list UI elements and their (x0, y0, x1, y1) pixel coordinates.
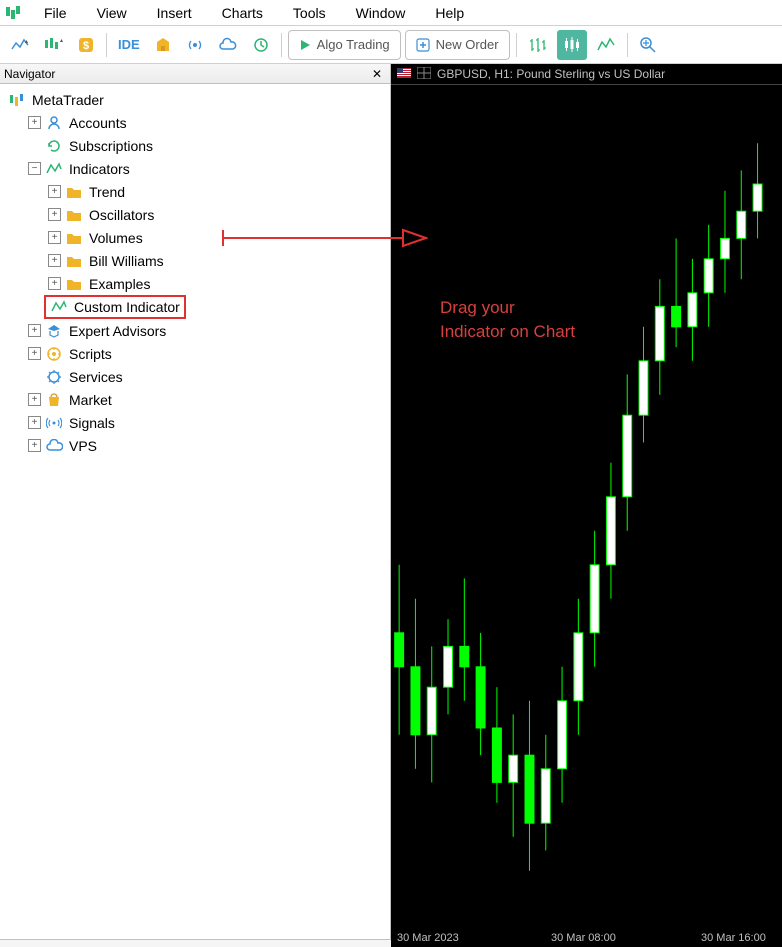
expander-icon[interactable] (48, 277, 61, 290)
expander-icon[interactable] (48, 254, 61, 267)
menu-help[interactable]: Help (421, 2, 478, 24)
market-icon[interactable] (149, 31, 177, 59)
app-icon (4, 4, 22, 22)
tree-root[interactable]: MetaTrader (0, 88, 390, 111)
services-icon (45, 368, 63, 386)
line-icon[interactable] (591, 30, 621, 60)
svg-text:$: $ (83, 40, 89, 52)
line-chart-icon[interactable] (6, 31, 34, 59)
folder-icon (65, 275, 83, 293)
cloud-icon[interactable] (213, 31, 243, 59)
axis-label: 30 Mar 08:00 (551, 929, 616, 947)
expander-icon[interactable] (28, 162, 41, 175)
candles-icon[interactable] (557, 30, 587, 60)
tree-root-label: MetaTrader (32, 92, 104, 108)
bottom-strip (0, 939, 391, 947)
separator (281, 33, 282, 57)
tree-examples[interactable]: Examples (0, 272, 390, 295)
experts-icon (45, 322, 63, 340)
expander-icon[interactable] (28, 347, 41, 360)
menu-file[interactable]: File (30, 2, 81, 24)
sync-icon[interactable] (247, 31, 275, 59)
plus-icon (416, 38, 430, 52)
play-icon (299, 39, 311, 51)
ide-button[interactable]: IDE (113, 31, 145, 59)
tree-oscillators[interactable]: Oscillators (0, 203, 390, 226)
signals-wave-icon (45, 414, 63, 432)
tree-trend[interactable]: Trend (0, 180, 390, 203)
expander-icon[interactable] (28, 116, 41, 129)
navigator-title: Navigator (4, 67, 55, 81)
separator (627, 33, 628, 57)
scripts-icon (45, 345, 63, 363)
navigator-tree: MetaTrader Accounts Subscriptions Indica… (0, 84, 390, 947)
folder-icon (65, 229, 83, 247)
chart-header: GBPUSD, H1: Pound Sterling vs US Dollar (391, 64, 782, 85)
expander-icon[interactable] (48, 231, 61, 244)
zoom-in-icon[interactable] (634, 31, 662, 59)
tree-services[interactable]: Services (0, 365, 390, 388)
close-icon[interactable]: ✕ (368, 67, 386, 81)
dollar-icon[interactable]: $ (72, 31, 100, 59)
tree-market[interactable]: Market (0, 388, 390, 411)
new-order-label: New Order (436, 37, 499, 52)
expander-icon[interactable] (28, 439, 41, 452)
folder-icon (65, 183, 83, 201)
metatrader-icon (8, 91, 26, 109)
indicators-icon (45, 160, 63, 178)
expander-icon[interactable] (48, 185, 61, 198)
chart-panel[interactable]: GBPUSD, H1: Pound Sterling vs US Dollar … (391, 64, 782, 947)
bars-icon[interactable] (523, 30, 553, 60)
expander-icon[interactable] (28, 393, 41, 406)
expander-icon[interactable] (28, 416, 41, 429)
chart-area[interactable] (391, 85, 782, 929)
custom-indicator-icon (50, 298, 68, 316)
axis-label: 30 Mar 16:00 (701, 929, 766, 947)
menu-insert[interactable]: Insert (143, 2, 206, 24)
tree-billwilliams[interactable]: Bill Williams (0, 249, 390, 272)
navigator-header: Navigator ✕ (0, 64, 390, 84)
chart-layout-icon (417, 67, 431, 82)
flag-icon (397, 67, 411, 81)
navigator-panel: Navigator ✕ MetaTrader Accounts Subscrip… (0, 64, 391, 947)
market-bag-icon (45, 391, 63, 409)
cloud-vps-icon (45, 437, 63, 455)
refresh-icon (45, 137, 63, 155)
expander-icon[interactable] (48, 208, 61, 221)
menu-charts[interactable]: Charts (208, 2, 277, 24)
tree-subscriptions[interactable]: Subscriptions (0, 134, 390, 157)
toolbar: $ IDE Algo Trading New Order (0, 26, 782, 64)
menu-bar: File View Insert Charts Tools Window Hel… (0, 0, 782, 26)
separator (106, 33, 107, 57)
folder-icon (65, 252, 83, 270)
tree-custom-indicator[interactable]: Custom Indicator (44, 295, 186, 319)
tree-scripts[interactable]: Scripts (0, 342, 390, 365)
menu-view[interactable]: View (83, 2, 141, 24)
folder-icon (65, 206, 83, 224)
menu-window[interactable]: Window (342, 2, 420, 24)
candle-chart-icon[interactable] (38, 31, 68, 59)
signals-icon[interactable] (181, 31, 209, 59)
tree-indicators[interactable]: Indicators (0, 157, 390, 180)
chart-title: GBPUSD, H1: Pound Sterling vs US Dollar (437, 67, 665, 81)
tree-experts[interactable]: Expert Advisors (0, 319, 390, 342)
accounts-icon (45, 114, 63, 132)
expander-icon[interactable] (28, 324, 41, 337)
algo-trading-label: Algo Trading (317, 37, 390, 52)
separator (516, 33, 517, 57)
tree-volumes[interactable]: Volumes (0, 226, 390, 249)
algo-trading-button[interactable]: Algo Trading (288, 30, 401, 60)
tree-signals[interactable]: Signals (0, 411, 390, 434)
axis-label: 30 Mar 2023 (397, 929, 459, 947)
tree-accounts[interactable]: Accounts (0, 111, 390, 134)
new-order-button[interactable]: New Order (405, 30, 510, 60)
tree-vps[interactable]: VPS (0, 434, 390, 457)
menu-tools[interactable]: Tools (279, 2, 340, 24)
